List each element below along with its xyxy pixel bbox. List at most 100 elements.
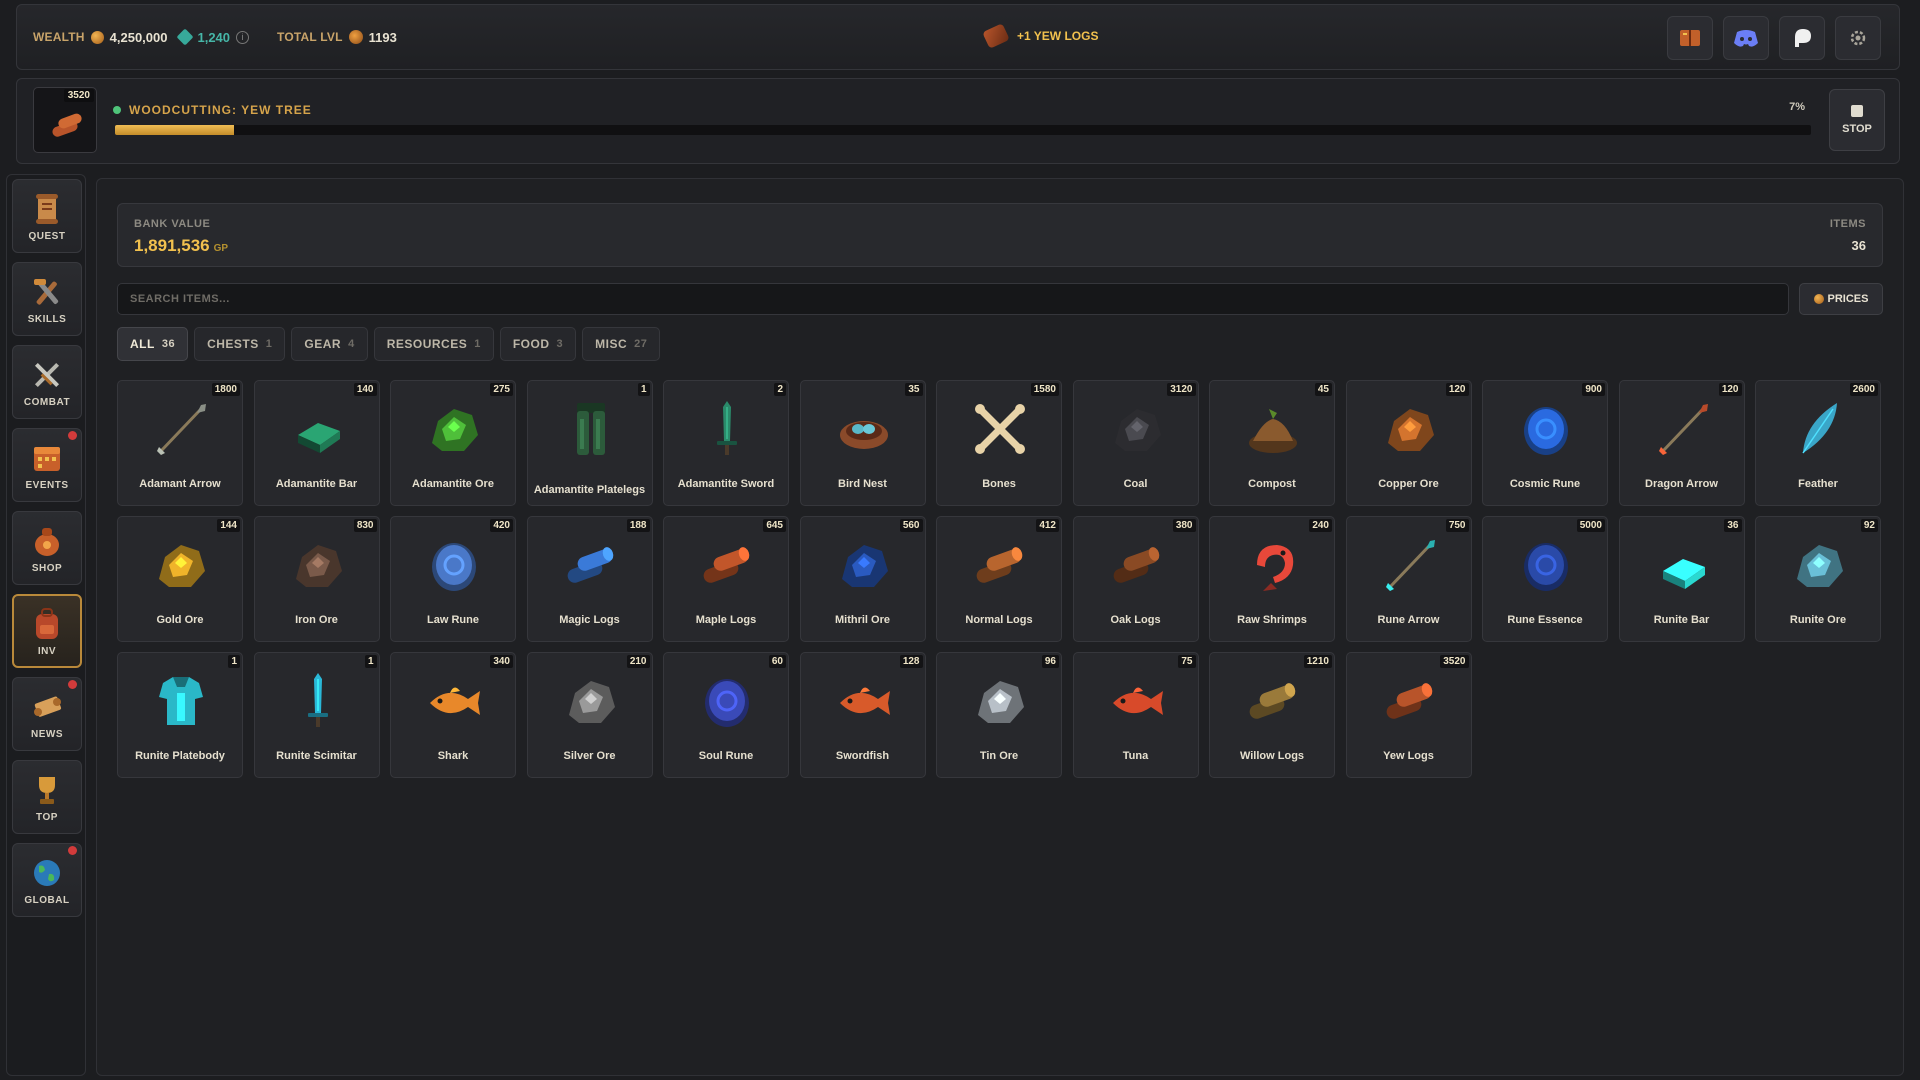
inventory-slot[interactable]: 36 Runite Bar	[1618, 516, 1745, 642]
sidebar-item-label: EVENTS	[25, 479, 69, 491]
inventory-slot[interactable]: 45 Compost	[1209, 380, 1335, 506]
category-tabs: ALL 36 CHESTS 1 GEAR 4 RESOURCES 1 FOOD 3 MISC 27	[117, 327, 661, 361]
item-quantity: 560	[899, 519, 923, 532]
item-name: Coal	[1123, 478, 1148, 490]
inventory-slot[interactable]: 128 Swordfish	[799, 652, 926, 778]
sidebar-item-global[interactable]: GLOBAL	[12, 843, 82, 917]
tab-label: GEAR	[304, 337, 342, 351]
item-name: Rune Essence	[1507, 614, 1583, 626]
rune-icon	[1524, 543, 1568, 591]
item-name: Adamantite Bar	[275, 478, 358, 490]
item-name: Law Rune	[427, 614, 479, 626]
rune-icon	[705, 679, 749, 727]
inventory-slot[interactable]: 140 Adamantite Bar	[253, 380, 380, 506]
sidebar-item-top[interactable]: TOP	[12, 760, 82, 834]
inventory-slot[interactable]: 120 Copper Ore	[1345, 380, 1472, 506]
item-name: Oak Logs	[1110, 614, 1161, 626]
inventory-slot[interactable]: 1 Adamantite Platelegs	[526, 380, 653, 506]
tab-count: 27	[634, 338, 648, 350]
tab-food[interactable]: FOOD 3	[499, 327, 577, 361]
discord-button[interactable]	[1723, 16, 1769, 60]
inventory-slot[interactable]: 3520 Yew Logs	[1345, 652, 1472, 778]
inventory-slot[interactable]: 412 Normal Logs	[936, 516, 1062, 642]
bank-currency: GP	[213, 243, 229, 254]
tab-chests[interactable]: CHESTS 1	[194, 327, 286, 361]
inventory-slot[interactable]: 830 Iron Ore	[253, 516, 380, 642]
item-name: Dragon Arrow	[1645, 478, 1718, 490]
book-button[interactable]	[1667, 16, 1713, 60]
sidebar-item-shop[interactable]: SHOP	[12, 511, 82, 585]
inventory-slot[interactable]: 1800 Adamant Arrow	[117, 380, 243, 506]
settings-button[interactable]	[1835, 16, 1881, 60]
gem-icon	[176, 28, 194, 46]
sidebar-item-skills[interactable]: SKILLS	[12, 262, 82, 336]
inventory-slot[interactable]: 1210 Willow Logs	[1209, 652, 1335, 778]
inventory-slot[interactable]: 92 Runite Ore	[1755, 516, 1881, 642]
sidebar-item-combat[interactable]: COMBAT	[12, 345, 82, 419]
inventory-slot[interactable]: 275 Adamantite Ore	[390, 380, 516, 506]
inventory-slot[interactable]: 1580 Bones	[936, 380, 1062, 506]
item-quantity: 1	[364, 655, 377, 668]
inventory-slot[interactable]: 1 Runite Scimitar	[253, 652, 380, 778]
tab-all[interactable]: ALL 36	[117, 327, 189, 361]
coin-icon	[1813, 294, 1824, 304]
item-name: Silver Ore	[563, 750, 616, 762]
bones-icon	[975, 404, 1025, 454]
item-name: Compost	[1248, 478, 1296, 490]
inventory-slot[interactable]: 96 Tin Ore	[936, 652, 1062, 778]
prices-label: PRICES	[1827, 293, 1869, 305]
item-name: Mithril Ore	[834, 614, 890, 626]
bank-value: 1,891,536 GP	[134, 236, 228, 256]
item-quantity: 60	[768, 655, 786, 668]
inventory-slot[interactable]: 1 Runite Platebody	[117, 652, 243, 778]
inventory-slot[interactable]: 750 Rune Arrow	[1345, 516, 1472, 642]
ore-icon	[1797, 545, 1843, 587]
ore-icon	[295, 545, 342, 587]
prices-button[interactable]: PRICES	[1799, 283, 1883, 315]
tab-resources[interactable]: RESOURCES 1	[373, 327, 494, 361]
inventory-slot[interactable]: 2600 Feather	[1755, 380, 1881, 506]
stop-button[interactable]: STOP	[1829, 89, 1885, 151]
inventory-slot[interactable]: 210 Silver Ore	[526, 652, 653, 778]
inventory-slot[interactable]: 60 Soul Rune	[663, 652, 789, 778]
item-quantity: 1800	[211, 383, 240, 396]
search-input[interactable]	[117, 283, 1789, 315]
tab-misc[interactable]: MISC 27	[582, 327, 661, 361]
item-quantity: 1	[228, 655, 240, 668]
info-icon[interactable]: i	[236, 30, 250, 44]
inventory-slot[interactable]: 3120 Coal	[1072, 380, 1199, 506]
inventory-slot[interactable]: 340 Shark	[390, 652, 516, 778]
item-name: Soul Rune	[698, 750, 754, 762]
inventory-slot[interactable]: 188 Magic Logs	[526, 516, 653, 642]
item-quantity: 1210	[1303, 655, 1332, 668]
loot-notification: +1 YEW LOGS	[982, 23, 1098, 49]
sidebar-item-events[interactable]: EVENTS	[12, 428, 82, 502]
patreon-button[interactable]	[1779, 16, 1825, 60]
tab-gear[interactable]: GEAR 4	[291, 327, 368, 361]
item-quantity: 340	[490, 655, 513, 668]
inventory-slot[interactable]: 120 Dragon Arrow	[1618, 380, 1745, 506]
inventory-slot[interactable]: 2 Adamantite Sword	[663, 380, 789, 506]
item-name: Runite Scimitar	[276, 750, 357, 762]
discord-icon	[1734, 30, 1758, 47]
item-name: Tuna	[1122, 750, 1149, 762]
inventory-slot[interactable]: 900 Cosmic Rune	[1482, 380, 1608, 506]
sidebar-item-inv[interactable]: INV	[12, 594, 82, 668]
inventory-slot[interactable]: 380 Oak Logs	[1072, 516, 1199, 642]
inventory-slot[interactable]: 560 Mithril Ore	[799, 516, 926, 642]
inventory-slot[interactable]: 35 Bird Nest	[799, 380, 926, 506]
inventory-slot[interactable]: 645 Maple Logs	[663, 516, 789, 642]
sidebar-item-label: GLOBAL	[24, 894, 70, 906]
sidebar-item-news[interactable]: NEWS	[12, 677, 82, 751]
inventory-slot[interactable]: 75 Tuna	[1072, 652, 1199, 778]
item-name: Adamantite Platelegs	[533, 484, 646, 496]
top-icon-bar	[1667, 16, 1881, 60]
bank-summary: BANK VALUE 1,891,536 GP ITEMS 36	[117, 203, 1883, 267]
inventory-slot[interactable]: 144 Gold Ore	[117, 516, 243, 642]
inventory-slot[interactable]: 240 Raw Shrimps	[1209, 516, 1335, 642]
sidebar-item-quest[interactable]: QUEST	[12, 179, 82, 253]
shrimp-icon	[1257, 545, 1294, 591]
inventory-slot[interactable]: 420 Law Rune	[390, 516, 516, 642]
tab-count: 3	[556, 338, 564, 350]
inventory-slot[interactable]: 5000 Rune Essence	[1482, 516, 1608, 642]
